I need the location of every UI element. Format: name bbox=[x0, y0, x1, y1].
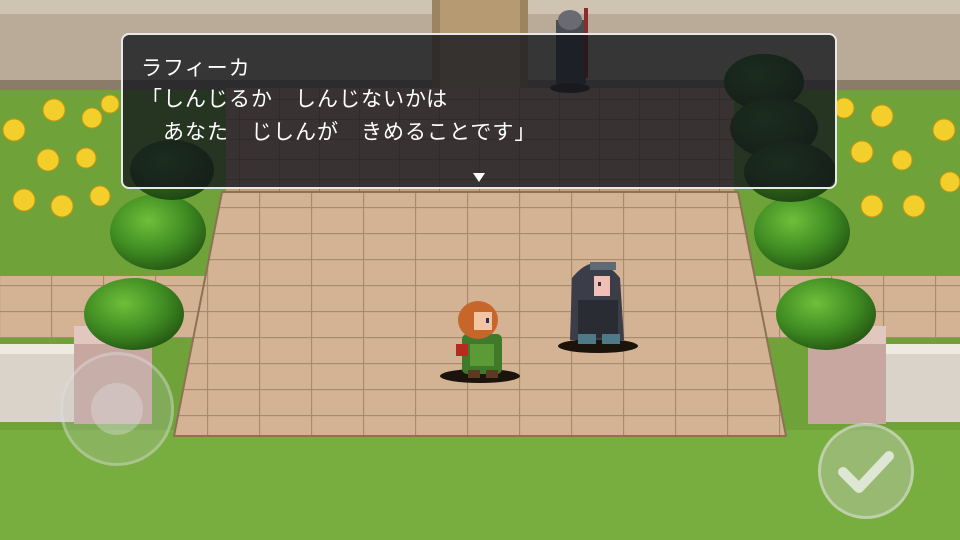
continue-arrow-icon bbox=[473, 173, 485, 182]
dialogue-line-2: あなた じしんが きめることです」 bbox=[141, 120, 537, 144]
checkmark-icon bbox=[838, 451, 894, 493]
dialogue-box[interactable]: ラフィーカ 「しんじるか しんじないかは あなた じしんが きめることです」 bbox=[121, 33, 837, 189]
dialogue-line-1: 「しんじるか しんじないかは bbox=[141, 87, 449, 111]
joystick-knob-icon[interactable] bbox=[91, 383, 143, 435]
speaker-name: ラフィーカ bbox=[141, 56, 251, 80]
virtual-joystick[interactable] bbox=[60, 352, 174, 466]
confirm-button[interactable] bbox=[818, 423, 914, 519]
